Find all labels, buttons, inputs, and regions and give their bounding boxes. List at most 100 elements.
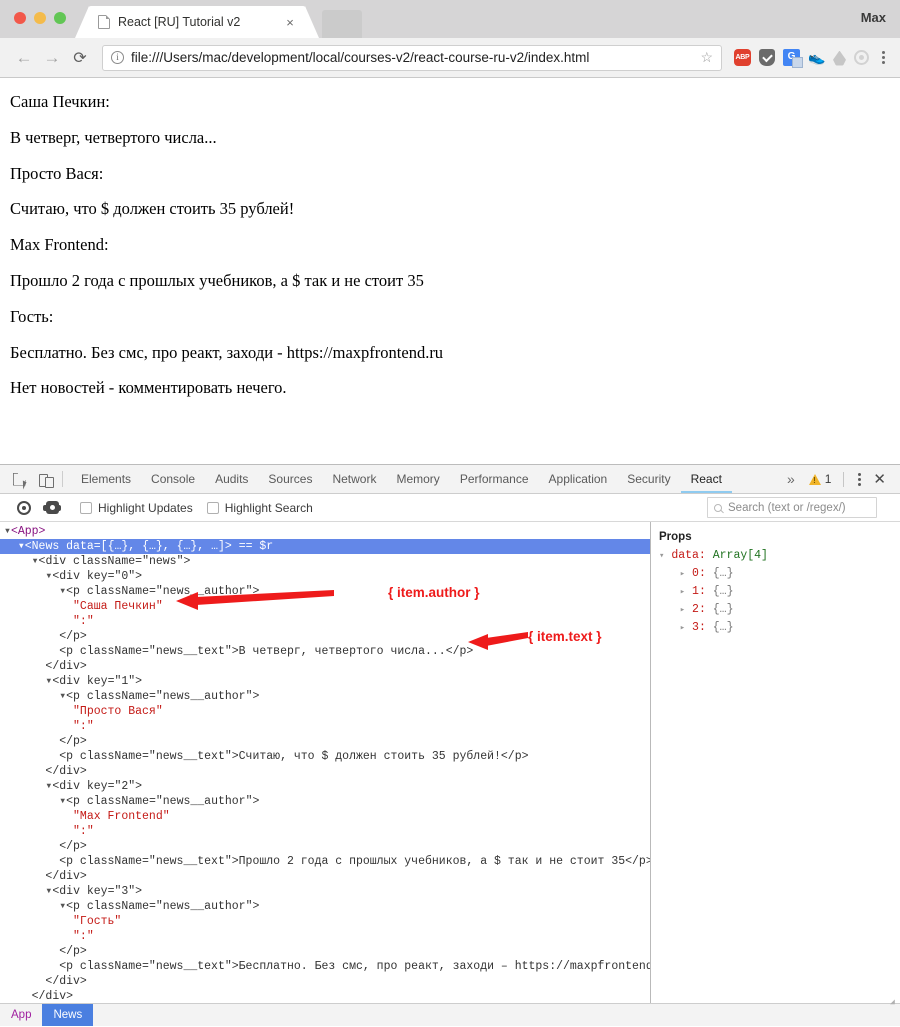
tab-elements[interactable]: Elements xyxy=(71,465,141,493)
tree-row[interactable]: </p> xyxy=(0,944,650,959)
bookmark-star-icon[interactable]: ☆ xyxy=(700,49,713,66)
gear-icon[interactable] xyxy=(38,501,66,514)
forward-icon[interactable]: → xyxy=(38,44,66,72)
tree-row[interactable]: ▾<p className="news__author"> xyxy=(0,899,650,914)
adblock-plus-icon[interactable]: ABP xyxy=(734,49,751,66)
text-content: Бесплатно. Без смс, про реакт, заходи – … xyxy=(238,960,651,973)
device-toolbar-icon[interactable] xyxy=(32,465,58,493)
inspect-element-icon[interactable] xyxy=(6,465,32,493)
warning-count: 1 xyxy=(824,472,832,486)
tree-row[interactable]: <p className="news__text">Считаю, что $ … xyxy=(0,749,650,764)
tree-row[interactable]: ▾<p className="news__author"> xyxy=(0,794,650,809)
final-div-close: </div> xyxy=(31,990,74,1003)
new-tab-button[interactable] xyxy=(322,10,362,38)
close-tab-icon[interactable]: × xyxy=(282,15,298,30)
tree-row[interactable]: ":" xyxy=(0,824,650,839)
drop-icon[interactable] xyxy=(833,50,846,66)
breadcrumb-news[interactable]: News xyxy=(42,1004,94,1026)
highlight-search-checkbox[interactable]: Highlight Search xyxy=(206,501,313,515)
props-item-row[interactable]: ▸ 1: {…} xyxy=(659,583,900,601)
p-close: </p> xyxy=(59,840,87,853)
tree-row[interactable]: </p> xyxy=(0,734,650,749)
highlight-updates-checkbox[interactable]: Highlight Updates xyxy=(80,501,193,515)
minimize-window-button[interactable] xyxy=(34,12,46,24)
tree-row[interactable]: ":" xyxy=(0,614,650,629)
tree-row-selected[interactable]: ▾<News data=[{…}, {…}, {…}, …]> == $r xyxy=(0,539,650,554)
circle-target-icon[interactable] xyxy=(854,50,869,65)
tree-row[interactable]: ▾<div key="0"> xyxy=(0,569,650,584)
tree-row[interactable]: ▾<div key="1"> xyxy=(0,674,650,689)
tree-row[interactable]: </div> xyxy=(0,659,650,674)
colon-string: ":" xyxy=(73,825,94,838)
search-input[interactable]: Search (text or /regex/) xyxy=(707,497,877,518)
browser-navigation-bar: ← → ⟳ i file:///Users/mac/development/lo… xyxy=(0,38,900,78)
tree-row[interactable]: </div> xyxy=(0,974,650,989)
maximize-window-button[interactable] xyxy=(54,12,66,24)
tab-sources[interactable]: Sources xyxy=(258,465,322,493)
text-p-open: <p className="news__text"> xyxy=(59,960,239,973)
tree-row[interactable]: ▾<div key="3"> xyxy=(0,884,650,899)
p-close: </p> xyxy=(59,735,87,748)
text-content: Прошло 2 года с прошлых учебников, а $ т… xyxy=(238,855,626,868)
panel-resizer[interactable]: ◢ xyxy=(890,994,898,1007)
tab-console[interactable]: Console xyxy=(141,465,205,493)
tab-application[interactable]: Application xyxy=(539,465,618,493)
tree-row[interactable]: ":" xyxy=(0,719,650,734)
devtools-menu-icon[interactable] xyxy=(850,472,869,486)
tab-audits[interactable]: Audits xyxy=(205,465,258,493)
window-traffic-lights[interactable] xyxy=(14,12,66,24)
tab-react[interactable]: React xyxy=(680,465,733,493)
props-item-row[interactable]: ▸ 0: {…} xyxy=(659,565,900,583)
tree-row[interactable]: ":" xyxy=(0,929,650,944)
tab-security[interactable]: Security xyxy=(617,465,680,493)
tab-network[interactable]: Network xyxy=(322,465,386,493)
props-item-row[interactable]: ▸ 3: {…} xyxy=(659,619,900,637)
tree-row[interactable]: ▾<App> xyxy=(0,524,650,539)
search-placeholder: Search (text or /regex/) xyxy=(728,501,846,514)
warning-badge[interactable]: 1 xyxy=(803,472,838,486)
item-key: <div key="0"> xyxy=(52,570,143,583)
react-component-tree[interactable]: ▾<App> ▾<News data=[{…}, {…}, {…}, …]> =… xyxy=(0,522,651,1003)
page-info-icon[interactable]: i xyxy=(111,51,124,64)
google-translate-icon[interactable]: G xyxy=(783,49,803,68)
tree-row[interactable]: </p> xyxy=(0,839,650,854)
tab-memory[interactable]: Memory xyxy=(386,465,449,493)
tree-row[interactable]: ▾<p className="news__author"> xyxy=(0,689,650,704)
breadcrumb-app[interactable]: App xyxy=(0,1004,42,1026)
news-author-2: Max Frontend: xyxy=(10,235,109,255)
close-devtools-icon[interactable]: ✕ xyxy=(869,470,894,488)
props-root-row[interactable]: ▾ data: Array[4] xyxy=(659,547,900,565)
colon-string: ":" xyxy=(73,720,94,733)
address-bar[interactable]: i file:///Users/mac/development/local/co… xyxy=(102,44,722,71)
reload-icon[interactable]: ⟳ xyxy=(66,44,94,72)
annotation-arrow-text xyxy=(468,632,528,650)
props-item-row[interactable]: ▸ 2: {…} xyxy=(659,601,900,619)
news-text-1: Считаю, что $ должен стоить 35 рублей! xyxy=(10,199,295,219)
tree-row[interactable]: <p className="news__text">Бесплатно. Без… xyxy=(0,959,650,974)
tree-row[interactable]: </div> xyxy=(0,989,650,1003)
tree-row[interactable]: <p className="news__text">Прошло 2 года … xyxy=(0,854,650,869)
div-close: </div> xyxy=(45,660,87,673)
shoe-icon[interactable]: 👟 xyxy=(808,49,825,66)
shield-icon[interactable] xyxy=(759,49,775,66)
tab-performance[interactable]: Performance xyxy=(450,465,539,493)
back-icon[interactable]: ← xyxy=(10,44,38,72)
more-tabs-icon[interactable]: » xyxy=(779,471,803,487)
checkbox-box[interactable] xyxy=(206,501,219,514)
close-window-button[interactable] xyxy=(14,12,26,24)
tree-row[interactable]: </div> xyxy=(0,869,650,884)
tree-row[interactable]: "Max Frontend" xyxy=(0,809,650,824)
checkbox-box[interactable] xyxy=(80,501,92,514)
tree-row[interactable]: "Гость" xyxy=(0,914,650,929)
tree-row[interactable]: </div> xyxy=(0,764,650,779)
author-string: "Просто Вася" xyxy=(73,705,163,718)
props-item-index: 2: xyxy=(692,603,706,616)
tree-row[interactable]: "Просто Вася" xyxy=(0,704,650,719)
tree-row[interactable]: ▾<div key="2"> xyxy=(0,779,650,794)
tree-row[interactable]: ▾<div className="news"> xyxy=(0,554,650,569)
select-component-icon[interactable] xyxy=(10,500,38,515)
profile-name-label[interactable]: Max xyxy=(861,10,886,25)
tree-row[interactable]: <p className="news__text">В четверг, чет… xyxy=(0,644,650,659)
browser-menu-icon[interactable] xyxy=(877,51,890,64)
browser-tab[interactable]: React [RU] Tutorial v2 × xyxy=(75,6,319,38)
